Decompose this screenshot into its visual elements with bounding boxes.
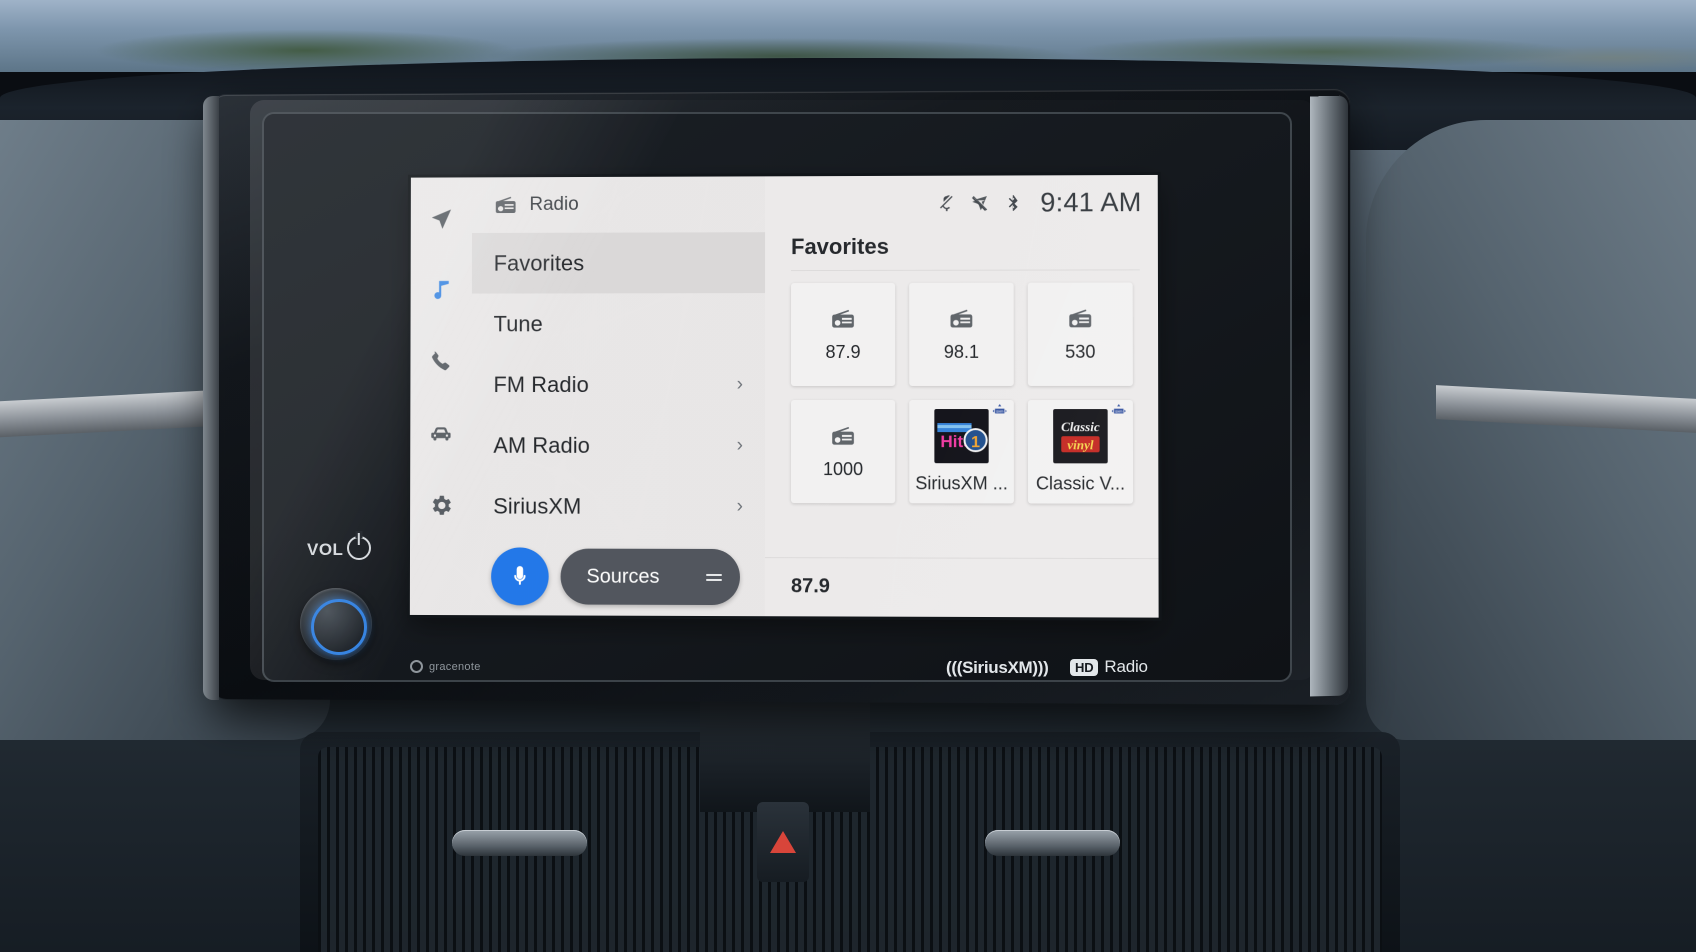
bluetooth-icon (1003, 193, 1022, 212)
list-item-fm-radio[interactable]: FM Radio › (472, 354, 765, 415)
vent-slider-left[interactable] (452, 830, 587, 856)
list-item-label: Tune (493, 310, 543, 336)
hd-badge: HD (1070, 658, 1099, 676)
gracenote-label: gracenote (429, 660, 481, 673)
list-item-label: SiriusXM (493, 493, 582, 519)
radio-icon (948, 306, 974, 332)
sidebar-item-settings[interactable] (427, 491, 455, 519)
radio-icon (830, 423, 856, 449)
list-item-siriusxm[interactable]: SiriusXM › (471, 476, 765, 537)
content-header: 9:41 AM (765, 175, 1158, 232)
radio-icon (1067, 306, 1093, 332)
svg-text:1: 1 (971, 434, 980, 451)
pane-header: Radio (472, 176, 765, 233)
status-bar: 9:41 AM (937, 187, 1142, 219)
list-item-label: Favorites (493, 250, 585, 276)
favorite-label: 98.1 (943, 341, 980, 362)
radio-icon (830, 306, 856, 332)
favorites-content-pane: 9:41 AM Favorites 87.9 98.1 530 1000 sxm… (764, 174, 1159, 618)
list-item-label: FM Radio (493, 371, 589, 397)
power-icon (347, 536, 371, 560)
favorite-label: 1000 (822, 459, 864, 480)
sidebar-item-vehicle[interactable] (427, 420, 455, 448)
chevron-right-icon: › (736, 434, 744, 456)
svg-text:Classic: Classic (1061, 419, 1100, 434)
microphone-icon (514, 566, 526, 585)
svg-text:sxm: sxm (996, 409, 1003, 414)
list-item-am-radio[interactable]: AM Radio › (472, 415, 765, 476)
favorite-tile[interactable]: 1000 (790, 400, 896, 504)
chevron-right-icon: › (736, 495, 743, 518)
list-item-tune[interactable]: Tune (472, 293, 765, 354)
chevron-right-icon: › (736, 374, 744, 396)
favorites-heading: Favorites (791, 233, 889, 260)
volume-power-knob[interactable] (300, 588, 372, 660)
favorite-label: Classic V... (1035, 473, 1126, 494)
favorite-tile[interactable]: sxm Hits 1 SiriusXM ... (909, 400, 1014, 504)
svg-text:sxm: sxm (1115, 409, 1122, 414)
voice-assistant-button[interactable] (491, 547, 549, 606)
hamburger-icon (705, 573, 722, 581)
list-item-favorites[interactable]: Favorites (471, 232, 766, 294)
favorite-tile[interactable]: 530 (1027, 282, 1133, 386)
satellite-badge-icon: sxm (992, 404, 1008, 418)
phone-mute-icon (937, 194, 956, 213)
hazard-light-button[interactable] (757, 802, 809, 882)
head-unit-edge-right (1310, 95, 1348, 697)
sidebar-item-phone[interactable] (427, 348, 455, 376)
gracenote-dot-icon (410, 660, 423, 673)
favorite-label: SiriusXM ... (915, 473, 1008, 494)
favorites-grid: 87.9 98.1 530 1000 sxm Hits 1 SiriusXM .… (765, 270, 1158, 504)
favorite-tile[interactable]: sxm Classic vinyl Classic V... (1027, 400, 1134, 504)
radio-icon (494, 193, 518, 217)
now-playing-label: 87.9 (790, 575, 830, 598)
sources-button[interactable]: Sources (560, 548, 740, 606)
nav-muted-icon (970, 194, 989, 213)
hd-radio-label: Radio (1104, 657, 1148, 676)
volume-label: VOL (307, 540, 344, 559)
gear-shifter[interactable] (700, 692, 870, 812)
svg-text:vinyl: vinyl (1067, 437, 1094, 452)
favorite-label: 530 (1065, 341, 1096, 362)
sidebar-rail (409, 177, 473, 616)
sources-label: Sources (586, 565, 660, 588)
favorite-tile[interactable]: 87.9 (791, 282, 896, 386)
station-artwork-hits1: Hits 1 (934, 409, 989, 464)
hazard-triangle-icon (770, 831, 796, 853)
sidebar-item-navigation[interactable] (428, 205, 456, 233)
satellite-badge-icon: sxm (1111, 404, 1127, 418)
infotainment-screen[interactable]: Radio Favorites Tune FM Radio › AM Radio… (409, 174, 1159, 618)
head-unit-edge-left (203, 96, 219, 700)
hd-radio-logo: HD Radio (1070, 657, 1148, 677)
now-playing-divider (764, 557, 1159, 560)
siriusxm-logo: (((SiriusXM))) (946, 658, 1049, 677)
vent-slider-right[interactable] (985, 830, 1120, 856)
favorite-label: 87.9 (825, 341, 861, 362)
list-item-label: AM Radio (493, 432, 591, 458)
station-artwork-classic-vinyl: Classic vinyl (1053, 409, 1108, 464)
clock: 9:41 AM (1040, 187, 1142, 218)
pane-title-label: Radio (529, 193, 579, 215)
favorite-tile[interactable]: 98.1 (909, 282, 1014, 386)
pane-bottom-bar: Sources (471, 537, 765, 617)
sidebar-item-audio[interactable] (427, 277, 455, 305)
gracenote-logo: gracenote (410, 660, 481, 673)
